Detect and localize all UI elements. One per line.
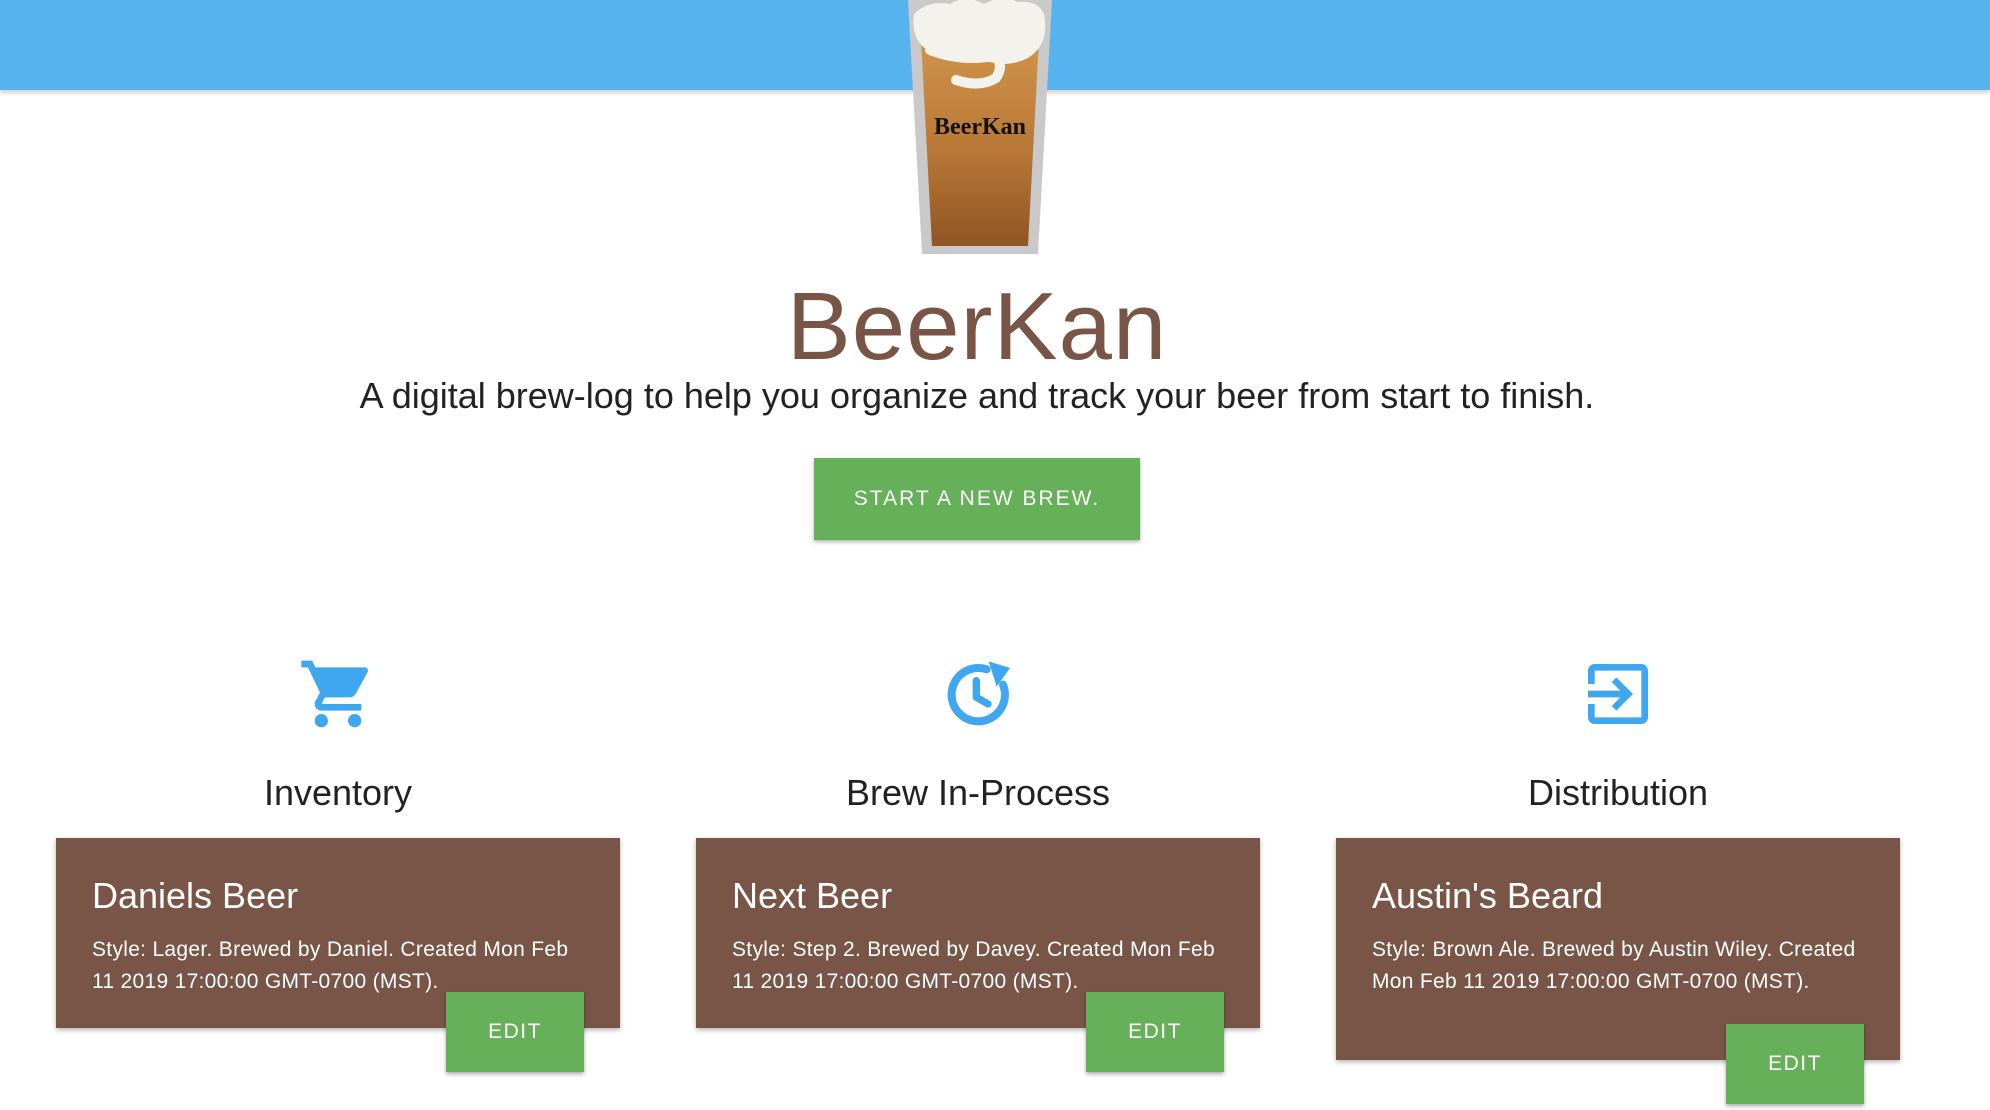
brew-card-description: Style: Lager. Brewed by Daniel. Created … [92, 938, 569, 993]
brew-card-description: Style: Step 2. Brewed by Davey. Created … [732, 938, 1215, 993]
brew-card-title: Next Beer [732, 875, 893, 916]
svg-text:BeerKan: BeerKan [934, 114, 1026, 140]
brew-card-title: Austin's Beard [1372, 875, 1603, 916]
brew-card[interactable]: Austin's Beard Style: Brown Ale. Brewed … [1336, 838, 1900, 1104]
brew-card-description: Style: Brown Ale. Brewed by Austin Wiley… [1372, 938, 1856, 993]
brew-card[interactable]: Next Beer Style: Step 2. Brewed by Davey… [696, 838, 1260, 1072]
column-title: Brew In-Process [845, 772, 1111, 813]
brew-card-title: Daniels Beer [92, 875, 299, 916]
cart-icon [301, 660, 369, 728]
beer-glass-logo[interactable]: BeerKan [900, 0, 1060, 258]
start-new-brew-button[interactable]: START A NEW BREW. [814, 458, 1140, 540]
app-tagline: A digital brew-log to help you organize … [359, 375, 1595, 416]
edit-button[interactable]: EDIT [1726, 1024, 1864, 1104]
exit-to-app-icon [1588, 664, 1648, 724]
brew-card[interactable]: Daniels Beer Style: Lager. Brewed by Dan… [56, 838, 620, 1072]
app-title: BeerKan [786, 273, 1168, 380]
column-title: Inventory [263, 772, 413, 813]
clock-refresh-icon [947, 661, 1010, 726]
edit-button[interactable]: EDIT [1086, 992, 1224, 1072]
edit-button[interactable]: EDIT [446, 992, 584, 1072]
column-title: Distribution [1527, 772, 1709, 813]
